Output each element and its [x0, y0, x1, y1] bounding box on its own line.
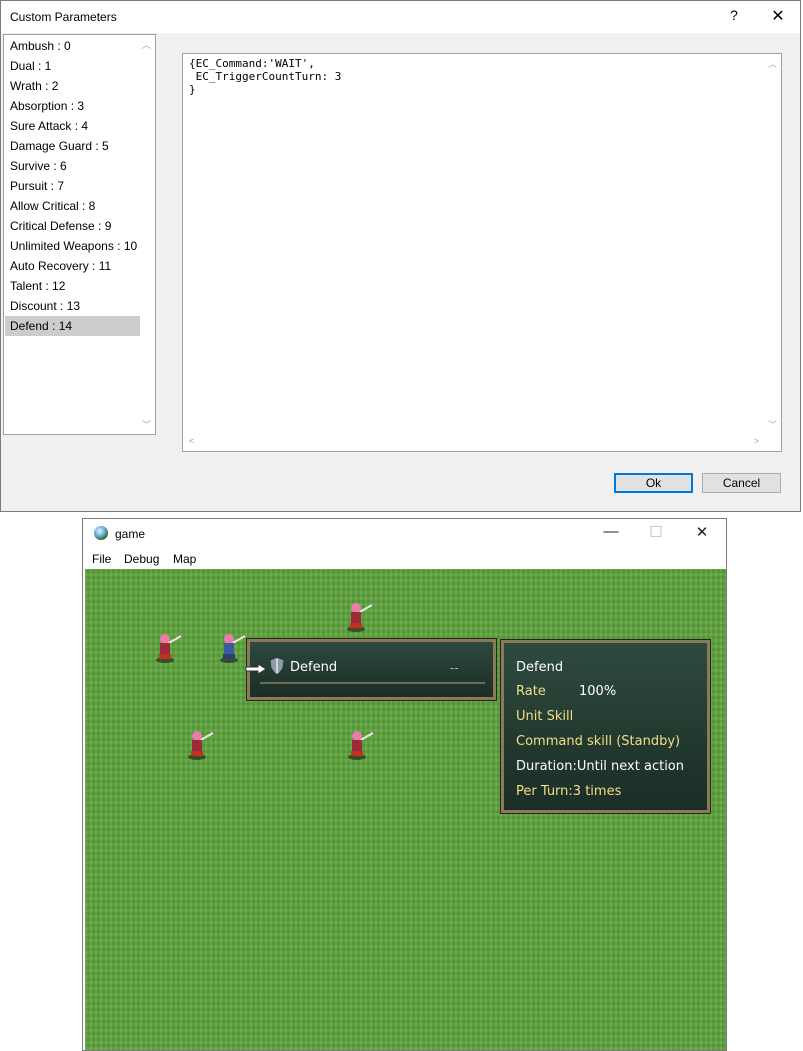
game-window: game — ☐ ✕ File Debug Map Defend -- Defe…	[82, 518, 727, 1051]
skill-per-turn: Per Turn:3 times	[516, 784, 622, 799]
skill-info-window: Defend Rate 100% Unit Skill Command skil…	[500, 639, 711, 814]
list-item[interactable]: Critical Defense : 9	[5, 216, 140, 236]
list-item[interactable]: Unlimited Weapons : 10	[5, 236, 140, 256]
app-globe-icon	[94, 526, 108, 540]
skill-type: Unit Skill	[516, 709, 574, 724]
skill-kind: Command skill (Standby)	[516, 734, 681, 749]
parameter-list[interactable]: Ambush : 0 Dual : 1 Wrath : 2 Absorption…	[3, 34, 156, 435]
maximize-icon[interactable]: ☐	[646, 523, 666, 541]
shield-icon	[269, 656, 285, 676]
command-defend[interactable]: Defend	[290, 660, 337, 675]
list-item[interactable]: Dual : 1	[5, 56, 140, 76]
enemy-unit[interactable]	[343, 727, 375, 761]
command-value: --	[450, 661, 459, 675]
rate-label: Rate	[516, 684, 546, 699]
list-item[interactable]: Allow Critical : 8	[5, 196, 140, 216]
scroll-down-icon[interactable]: ﹀	[138, 418, 155, 431]
cancel-button[interactable]: Cancel	[702, 473, 781, 493]
list-item[interactable]: Pursuit : 7	[5, 176, 140, 196]
command-menu[interactable]: Defend --	[245, 638, 497, 701]
list-item[interactable]: Absorption : 3	[5, 96, 140, 116]
game-window-title: game	[115, 527, 146, 541]
editor-text[interactable]: {EC_Command:'WAIT', EC_TriggerCountTurn:…	[189, 57, 341, 96]
list-item[interactable]: Auto Recovery : 11	[5, 256, 140, 276]
pointer-hand-icon	[245, 663, 267, 675]
list-item[interactable]: Wrath : 2	[5, 76, 140, 96]
enemy-unit[interactable]	[151, 630, 183, 664]
list-item[interactable]: Discount : 13	[5, 296, 140, 316]
parameter-editor[interactable]: {EC_Command:'WAIT', EC_TriggerCountTurn:…	[182, 53, 782, 452]
help-button[interactable]: ?	[727, 7, 741, 23]
player-unit[interactable]	[215, 630, 247, 664]
list-item-selected[interactable]: Defend : 14	[5, 316, 140, 336]
list-scrollbar[interactable]: ︿ ﹀	[138, 35, 155, 434]
list-item[interactable]: Sure Attack : 4	[5, 116, 140, 136]
menu-bar: File Debug Map	[83, 550, 726, 569]
menu-debug[interactable]: Debug	[124, 552, 159, 566]
scroll-left-icon[interactable]: <	[183, 436, 200, 446]
dialog-titlebar: Custom Parameters ? ✕	[1, 1, 800, 33]
list-item[interactable]: Ambush : 0	[5, 36, 140, 56]
custom-parameters-dialog: Custom Parameters ? ✕ Ambush : 0 Dual : …	[0, 0, 801, 512]
rate-value: 100%	[579, 684, 617, 699]
scroll-right-icon[interactable]: >	[748, 436, 765, 446]
skill-name: Defend	[516, 660, 564, 675]
ok-button[interactable]: Ok	[614, 473, 693, 493]
menu-map[interactable]: Map	[173, 552, 196, 566]
command-underline	[260, 682, 485, 684]
scroll-up-icon[interactable]: ︿	[764, 57, 781, 70]
list-item[interactable]: Talent : 12	[5, 276, 140, 296]
close-button[interactable]: ✕	[769, 6, 787, 26]
list-item[interactable]: Survive : 6	[5, 156, 140, 176]
game-map[interactable]: Defend -- Defend Rate 100% Unit Skill Co…	[85, 569, 726, 1050]
scroll-up-icon[interactable]: ︿	[138, 38, 155, 51]
list-item[interactable]: Damage Guard : 5	[5, 136, 140, 156]
skill-duration: Duration:Until next action	[516, 759, 684, 774]
dialog-title: Custom Parameters	[10, 10, 117, 24]
enemy-unit[interactable]	[342, 599, 374, 633]
editor-vertical-scrollbar[interactable]: ︿ ﹀	[764, 54, 781, 451]
enemy-unit[interactable]	[183, 727, 215, 761]
menu-file[interactable]: File	[92, 552, 111, 566]
editor-horizontal-scrollbar[interactable]: < >	[183, 434, 765, 451]
scroll-down-icon[interactable]: ﹀	[764, 418, 781, 431]
close-icon[interactable]: ✕	[692, 523, 712, 541]
minimize-icon[interactable]: —	[601, 523, 621, 540]
